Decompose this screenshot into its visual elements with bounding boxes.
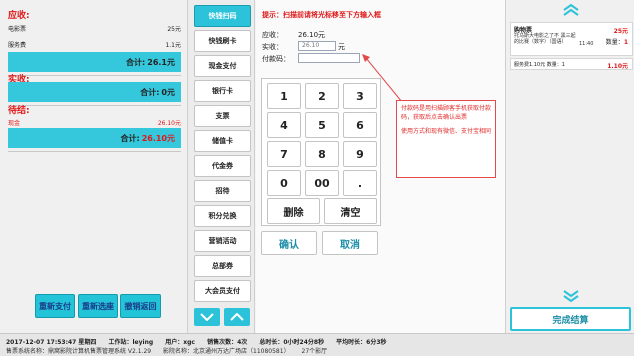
pending-title: 待结: — [8, 106, 30, 116]
received-input[interactable]: 26.10 — [298, 41, 336, 51]
received-total: 合计: 0元 — [8, 82, 181, 102]
confirm-button[interactable]: 确认 — [261, 231, 317, 255]
key-9[interactable]: 9 — [343, 141, 377, 167]
scan-hint: 提示：扫描前请将光标移至下方输入框 — [262, 11, 381, 19]
method-check[interactable]: 支票 — [194, 105, 251, 127]
pay-code-input[interactable] — [298, 53, 360, 63]
key-2[interactable]: 2 — [305, 83, 339, 109]
complete-checkout-button[interactable]: 完成结算 — [510, 307, 631, 331]
scroll-up-button[interactable] — [224, 308, 250, 326]
payment-entry-panel: 提示：扫描前请将光标移至下方输入框 应收： 26.10元 实收： 26.10 元… — [256, 0, 506, 333]
divider — [8, 151, 181, 152]
pay-code-note: 付款码是用扫描顾客手机获取付款码，获取后点击确认出票 使用方式和现有微信、支付宝… — [396, 100, 496, 178]
cart-scroll-up[interactable] — [506, 4, 634, 18]
chevron-up-icon — [230, 313, 244, 321]
receivable-value: 26.10元 — [298, 31, 326, 39]
key-4[interactable]: 4 — [267, 112, 301, 138]
method-cash[interactable]: 现金支付 — [194, 55, 251, 77]
key-0[interactable]: 0 — [267, 170, 301, 196]
double-chevron-down-icon — [562, 290, 579, 302]
method-points-exchange[interactable]: 积分兑换 — [194, 205, 251, 227]
method-hospitality[interactable]: 招待 — [194, 180, 251, 202]
method-stored-value-card[interactable]: 储值卡 — [194, 130, 251, 152]
payment-method-list: 快钱扫码 快钱刷卡 现金支付 银行卡 支票 储值卡 代金券 招待 积分兑换 营销… — [188, 0, 255, 333]
movie-desc: 托马斯大电影之了不 黑三起的比赛（数字）（国语） — [514, 33, 576, 45]
key-5[interactable]: 5 — [305, 112, 339, 138]
line-ticket: 电影票 25元 — [8, 26, 181, 33]
clear-key[interactable]: 清空 — [324, 198, 377, 224]
receivable-title: 应收: — [8, 11, 30, 21]
repay-button[interactable]: 重新支付 — [35, 294, 75, 318]
line-cash: 现金 26.10元 — [8, 120, 181, 127]
key-1[interactable]: 1 — [267, 83, 301, 109]
divider — [8, 75, 181, 76]
pay-code-label: 付款码： — [262, 55, 290, 63]
method-kuaiqian-card[interactable]: 快钱刷卡 — [194, 30, 251, 52]
receivable-total: 合计: 26.1元 — [8, 52, 181, 72]
key-7[interactable]: 7 — [267, 141, 301, 167]
reselect-seat-button[interactable]: 重新选座 — [78, 294, 118, 318]
service-fee-desc: 服务费1.10元 数量：1 — [514, 62, 565, 68]
service-fee-price: 1.10元 — [607, 63, 628, 70]
key-8[interactable]: 8 — [305, 141, 339, 167]
pending-total: 合计: 26.10元 — [8, 128, 181, 148]
key-dot[interactable]: . — [343, 170, 377, 196]
delete-key[interactable]: 删除 — [267, 198, 320, 224]
status-bar: 2017-12-07 17:53:47 星期四 工作站：leying 用户：xg… — [0, 333, 634, 356]
method-kuaiqian-scan[interactable]: 快钱扫码 — [194, 5, 251, 27]
divider — [8, 105, 181, 106]
status-line-2: 售票系统名称：鼎窝影院计算机售票管理系统 V2.1.29 影院名称：北京通州万达… — [6, 348, 328, 355]
received-label: 实收： — [262, 43, 283, 51]
order-summary-panel: 应收: 电影票 25元 服务费 1.1元 合计: 26.1元 实收: 合计: 0… — [0, 0, 188, 333]
show-time: 11:40 — [579, 41, 594, 47]
line-service-fee: 服务费 1.1元 — [8, 42, 181, 49]
key-6[interactable]: 6 — [343, 112, 377, 138]
cart-scroll-down[interactable] — [506, 290, 634, 304]
method-bank-card[interactable]: 银行卡 — [194, 80, 251, 102]
scroll-down-button[interactable] — [194, 308, 220, 326]
cart-ticket-item[interactable]: 购物票 托马斯大电影之了不 黑三起的比赛（数字）（国语） 11:40 25元 数… — [510, 22, 633, 56]
method-hq-voucher[interactable]: 总部券 — [194, 255, 251, 277]
ticket-price: 25元 — [613, 28, 628, 35]
cart-service-item[interactable]: 服务费1.10元 数量：1 1.10元 — [510, 58, 633, 70]
method-vip-pay[interactable]: 大会员支付 — [194, 280, 251, 302]
ticket-qty: 数量：1 — [605, 39, 628, 46]
numeric-keypad: 1 2 3 4 5 6 7 8 9 0 00 . 删除 清空 — [261, 78, 381, 226]
cart-panel: 购物票 托马斯大电影之了不 黑三起的比赛（数字）（国语） 11:40 25元 数… — [505, 0, 634, 333]
chevron-down-icon — [200, 313, 214, 321]
received-unit: 元 — [338, 43, 345, 51]
key-00[interactable]: 00 — [305, 170, 339, 196]
double-chevron-up-icon — [562, 4, 579, 16]
key-3[interactable]: 3 — [343, 83, 377, 109]
method-voucher[interactable]: 代金券 — [194, 155, 251, 177]
method-marketing[interactable]: 营销活动 — [194, 230, 251, 252]
status-line-1: 2017-12-07 17:53:47 星期四 工作站：leying 用户：xg… — [6, 339, 387, 346]
receivable-label: 应收： — [262, 31, 283, 39]
cancel-return-button[interactable]: 撤销返回 — [120, 294, 161, 318]
cancel-button[interactable]: 取消 — [322, 231, 378, 255]
